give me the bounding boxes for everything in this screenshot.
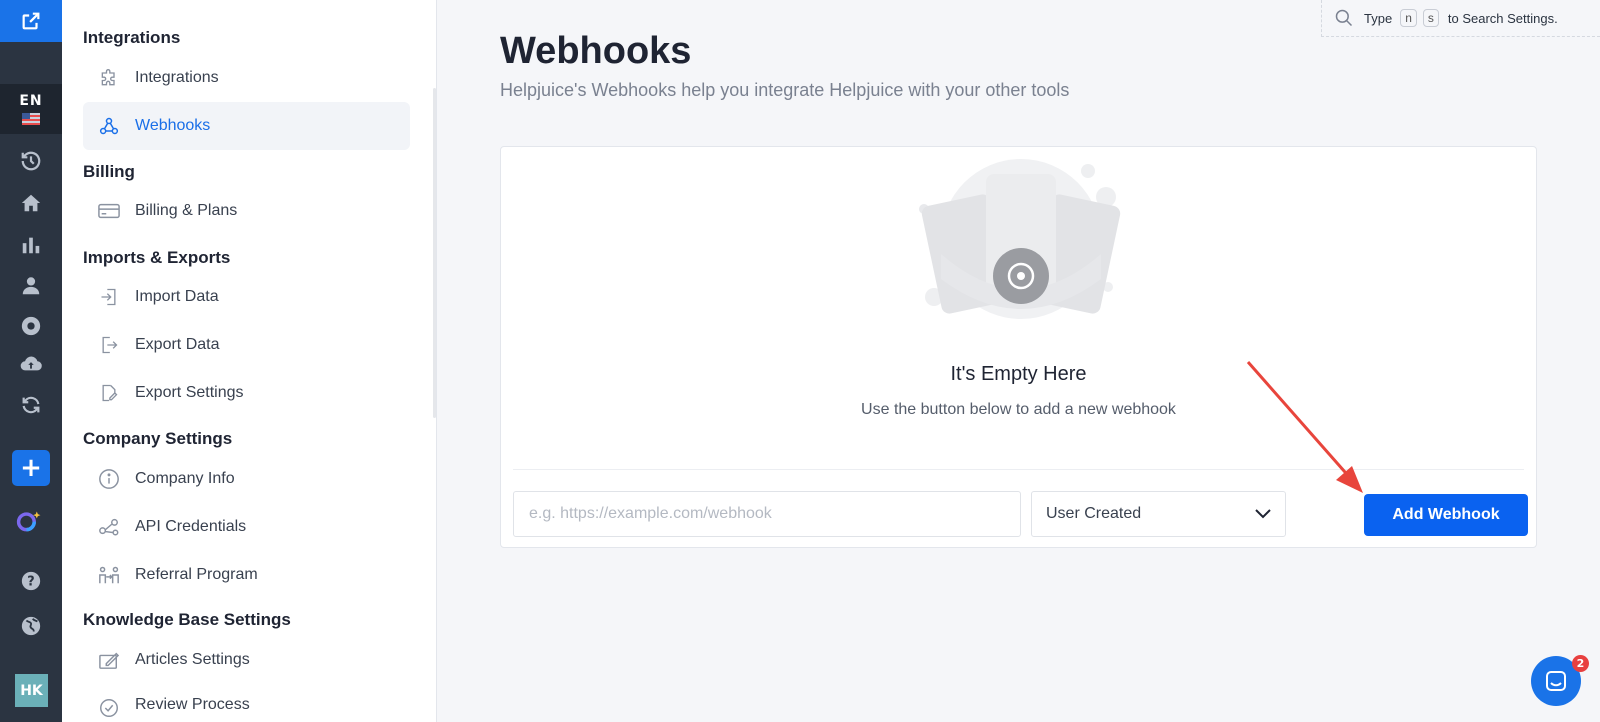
- settings-search[interactable]: Type n s to Search Settings.: [1321, 0, 1600, 37]
- language-switcher[interactable]: EN: [0, 84, 72, 134]
- import-icon: [97, 285, 121, 309]
- svg-text:?: ?: [27, 575, 34, 590]
- sidebar-item-label: Export Settings: [135, 384, 244, 401]
- chevron-down-icon: [1255, 509, 1271, 519]
- sidebar-item-label: Billing & Plans: [135, 202, 238, 219]
- sidebar-item-company-info[interactable]: Company Info: [83, 455, 410, 503]
- sidebar-item-referral-program[interactable]: Referral Program: [83, 551, 410, 599]
- shortcut-key-s: s: [1422, 9, 1439, 27]
- globe-icon[interactable]: [18, 613, 44, 639]
- webhooks-card: It's Empty Here Use the button below to …: [500, 146, 1537, 548]
- credit-card-icon: [97, 199, 121, 223]
- external-link-icon[interactable]: [0, 0, 62, 42]
- webhook-icon: [97, 114, 121, 138]
- avatar[interactable]: HK: [15, 674, 48, 707]
- chat-notification-badge: 2: [1572, 655, 1589, 672]
- referral-icon: [97, 563, 121, 587]
- home-icon[interactable]: [18, 190, 44, 216]
- ai-assistant-icon[interactable]: [16, 508, 42, 534]
- create-new-button[interactable]: +: [12, 450, 50, 486]
- search-hint-prefix: Type: [1364, 10, 1393, 26]
- sidebar-item-label: Integrations: [135, 69, 219, 86]
- sidebar-item-export-data[interactable]: Export Data: [83, 321, 410, 369]
- help-icon[interactable]: ?: [18, 568, 44, 594]
- users-icon[interactable]: [18, 273, 44, 299]
- language-code: EN: [19, 93, 43, 109]
- section-title-imports-exports: Imports & Exports: [83, 248, 231, 267]
- empty-state-subtitle: Use the button below to add a new webhoo…: [861, 401, 1176, 418]
- sidebar-item-export-settings[interactable]: Export Settings: [83, 369, 410, 417]
- empty-state-illustration-icon: [919, 159, 1121, 319]
- sidebar-item-label: Company Info: [135, 470, 235, 487]
- sidebar-item-label: Webhooks: [135, 117, 211, 134]
- search-icon: [1335, 9, 1353, 27]
- add-webhook-button[interactable]: Add Webhook: [1364, 494, 1528, 536]
- chat-icon: [1546, 671, 1566, 691]
- explore-icon[interactable]: [18, 313, 44, 339]
- sidebar-scrollbar[interactable]: [433, 88, 436, 418]
- event-type-selected: User Created: [1046, 505, 1142, 522]
- info-icon: [97, 467, 121, 491]
- app-rail: EN + ? HK: [0, 0, 72, 722]
- api-icon: [97, 515, 121, 539]
- sidebar-item-label: Export Data: [135, 336, 220, 353]
- section-title-billing: Billing: [83, 162, 135, 181]
- sidebar-item-webhooks[interactable]: Webhooks: [83, 102, 410, 150]
- edit-icon: [97, 648, 121, 672]
- event-type-select[interactable]: User Created: [1031, 491, 1286, 537]
- section-title-integrations: Integrations: [83, 28, 181, 47]
- settings-sidebar: Integrations Integrations Webhooks Billi…: [62, 0, 437, 722]
- section-title-knowledge-base-settings: Knowledge Base Settings: [83, 610, 291, 629]
- history-icon[interactable]: [18, 148, 44, 174]
- webhook-url-input[interactable]: [513, 491, 1021, 537]
- sidebar-item-api-credentials[interactable]: API Credentials: [83, 503, 410, 551]
- puzzle-icon: [97, 66, 121, 90]
- sidebar-item-label: Import Data: [135, 288, 219, 305]
- sidebar-item-articles-settings[interactable]: Articles Settings: [83, 636, 410, 684]
- export-icon: [97, 333, 121, 357]
- sidebar-item-label: Articles Settings: [135, 651, 250, 668]
- annotation-arrow-icon: [1246, 361, 1363, 493]
- sidebar-item-integrations[interactable]: Integrations: [83, 54, 410, 102]
- sidebar-item-label: API Credentials: [135, 518, 247, 535]
- sidebar-item-label: Review Process: [135, 696, 250, 713]
- us-flag-icon: [22, 113, 40, 125]
- review-icon: [97, 696, 121, 720]
- analytics-icon[interactable]: [18, 232, 44, 258]
- page-title: Webhooks: [500, 30, 692, 72]
- cloud-upload-icon[interactable]: [18, 351, 44, 377]
- shortcut-key-n: n: [1400, 9, 1417, 27]
- sidebar-item-billing-plans[interactable]: Billing & Plans: [83, 187, 410, 235]
- section-title-company-settings: Company Settings: [83, 429, 233, 448]
- sidebar-item-label: Referral Program: [135, 566, 258, 583]
- search-hint-suffix: to Search Settings.: [1447, 10, 1558, 26]
- sidebar-item-import-data[interactable]: Import Data: [83, 273, 410, 321]
- sidebar-item-review-process[interactable]: Review Process: [83, 684, 410, 722]
- sync-icon[interactable]: [18, 392, 44, 418]
- page-subtitle: Helpjuice's Webhooks help you integrate …: [500, 80, 1070, 100]
- empty-state-title: It's Empty Here: [950, 363, 1087, 385]
- export-settings-icon: [97, 381, 121, 405]
